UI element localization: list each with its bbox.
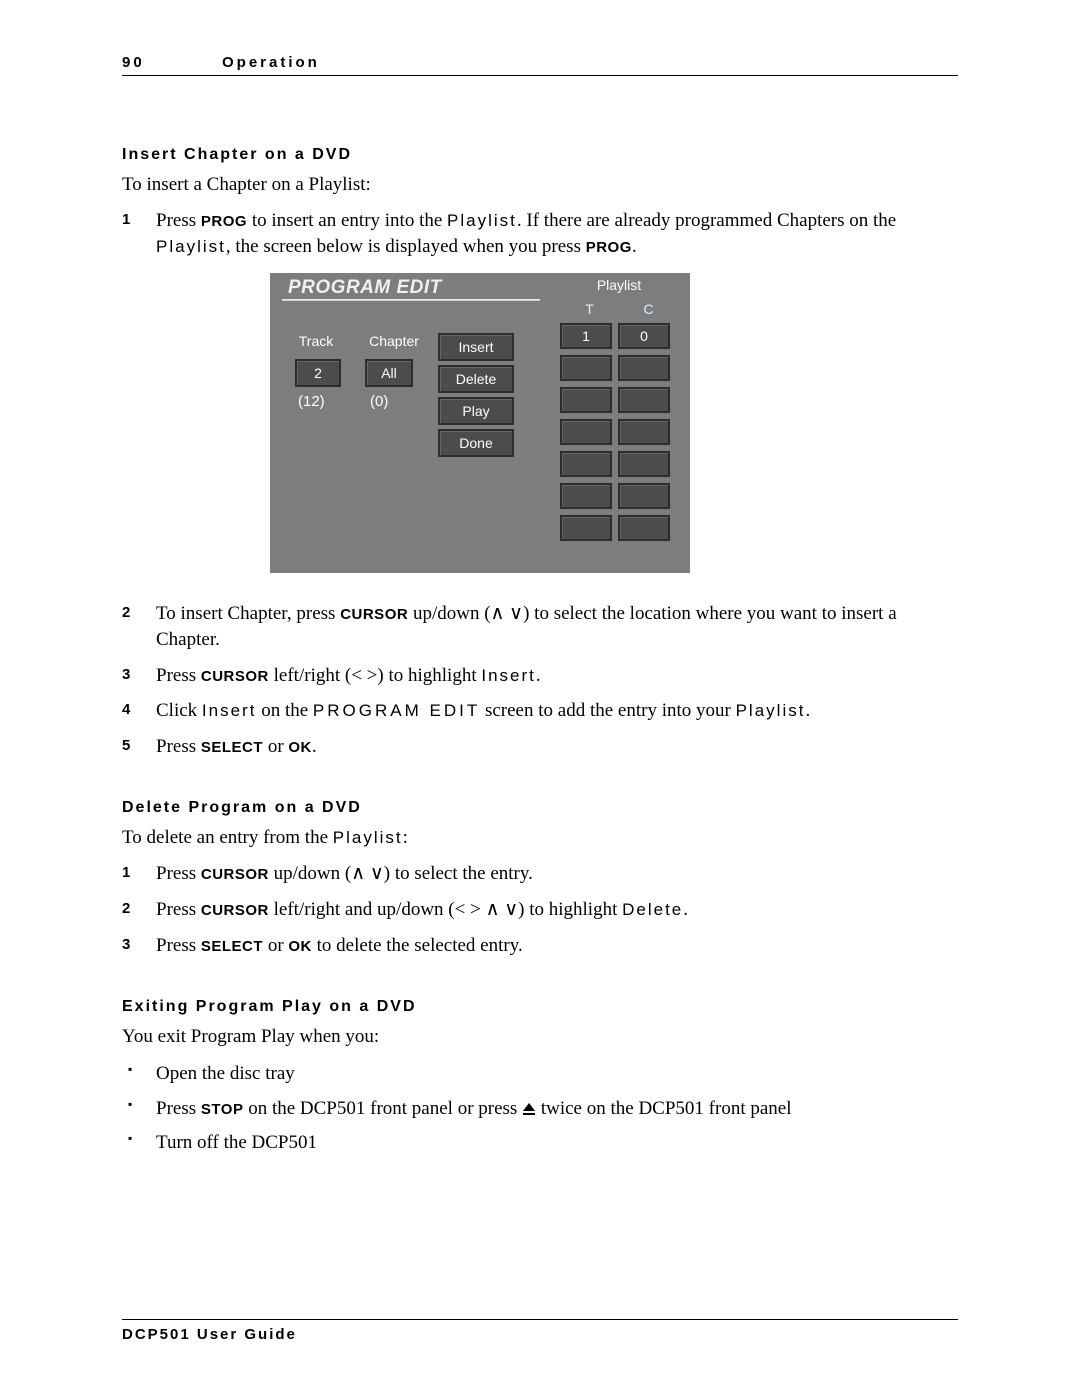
done-button[interactable]: Done <box>438 429 514 457</box>
track-chapter-labels: Track Chapter <box>288 333 422 349</box>
playlist-cell-t[interactable] <box>560 387 612 413</box>
playlist-cell-t[interactable] <box>560 451 612 477</box>
chapter-total: (0) <box>370 393 388 410</box>
insert-step-1: Press PROG to insert an entry into the P… <box>122 208 958 259</box>
chapter-name: Operation <box>222 54 320 71</box>
exit-bullet-2: Press STOP on the DCP501 front panel or … <box>122 1095 958 1124</box>
delete-step-3: Press SELECT or OK to delete the selecte… <box>122 933 958 959</box>
title-underline <box>282 299 540 301</box>
col-t: T <box>560 301 619 317</box>
delete-step-1: Press CURSOR up/down (∧ ∨) to select the… <box>122 861 958 887</box>
playlist-cell-c[interactable] <box>618 515 670 541</box>
chapter-label: Chapter <box>366 333 422 349</box>
page-number: 90 <box>122 54 222 71</box>
chapter-value-box[interactable]: All <box>365 359 413 387</box>
playlist-cell-c[interactable] <box>618 451 670 477</box>
heading-delete-program: Delete Program on a DVD <box>122 799 958 817</box>
playlist-row <box>560 451 678 477</box>
screen-title: PROGRAM EDIT <box>288 277 442 299</box>
header-rule: 90 Operation <box>122 54 958 76</box>
playlist-cell-c[interactable] <box>618 387 670 413</box>
delete-steps: Press CURSOR up/down (∧ ∨) to select the… <box>122 861 958 958</box>
program-edit-screenshot: PROGRAM EDIT Playlist T C Track Chapter … <box>270 273 958 573</box>
playlist-cell-c[interactable] <box>618 355 670 381</box>
intro-delete: To delete an entry from the Playlist: <box>122 827 958 849</box>
playlist-cell-t[interactable] <box>560 483 612 509</box>
playlist-cell-c[interactable] <box>618 483 670 509</box>
delete-button[interactable]: Delete <box>438 365 514 393</box>
playlist-cell-t[interactable] <box>560 515 612 541</box>
track-total: (12) <box>298 393 325 410</box>
track-value-box[interactable]: 2 <box>295 359 341 387</box>
play-button[interactable]: Play <box>438 397 514 425</box>
insert-step-4: Click Insert on the PROGRAM EDIT screen … <box>122 698 958 724</box>
delete-step-2: Press CURSOR left/right and up/down (< >… <box>122 897 958 923</box>
playlist-cell-t[interactable] <box>560 419 612 445</box>
insert-step-2: To insert Chapter, press CURSOR up/down … <box>122 601 958 652</box>
heading-exit-program: Exiting Program Play on a DVD <box>122 998 958 1016</box>
playlist-cell-t[interactable] <box>560 355 612 381</box>
insert-steps-cont: To insert Chapter, press CURSOR up/down … <box>122 601 958 759</box>
insert-steps: Press PROG to insert an entry into the P… <box>122 208 958 259</box>
eject-icon <box>522 1102 536 1116</box>
playlist-header: Playlist <box>560 277 678 293</box>
intro-exit: You exit Program Play when you: <box>122 1026 958 1048</box>
insert-button[interactable]: Insert <box>438 333 514 361</box>
playlist-cell-c[interactable]: 0 <box>618 323 670 349</box>
exit-bullets: Open the disc tray Press STOP on the DCP… <box>122 1060 958 1158</box>
playlist-cell-c[interactable] <box>618 419 670 445</box>
track-label: Track <box>288 333 344 349</box>
exit-bullet-1: Open the disc tray <box>122 1060 958 1089</box>
insert-step-3: Press CURSOR left/right (< >) to highlig… <box>122 663 958 689</box>
col-c: C <box>619 301 678 317</box>
playlist-row <box>560 515 678 541</box>
footer: DCP501 User Guide <box>122 1319 958 1343</box>
exit-bullet-3: Turn off the DCP501 <box>122 1129 958 1158</box>
playlist-columns: T C <box>560 301 678 317</box>
playlist-row <box>560 419 678 445</box>
intro-insert: To insert a Chapter on a Playlist: <box>122 174 958 196</box>
playlist-row <box>560 355 678 381</box>
playlist-cell-t[interactable]: 1 <box>560 323 612 349</box>
playlist-row <box>560 483 678 509</box>
playlist-row: 10 <box>560 323 678 349</box>
heading-insert-chapter: Insert Chapter on a DVD <box>122 146 958 164</box>
playlist-row <box>560 387 678 413</box>
playlist-grid: 10 <box>560 323 678 547</box>
insert-step-5: Press SELECT or OK. <box>122 734 958 760</box>
